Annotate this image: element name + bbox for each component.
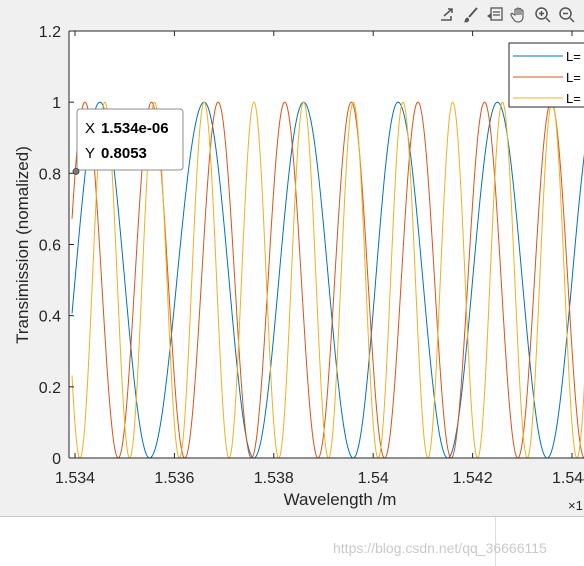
datatip-y-label: Y (85, 145, 95, 162)
watermark-text: https://blog.csdn.net/qq_36666115 (333, 540, 547, 556)
legend-label-1: L= (566, 49, 581, 64)
y-axis-label: Transimission (nomalized) (13, 146, 32, 344)
x-tick-label: 1.54 (358, 470, 389, 487)
y-tick-label: 0.6 (39, 238, 61, 255)
y-tick-label: 1 (52, 95, 61, 112)
y-tick-label: 0.8 (39, 166, 61, 183)
x-axis-label: Wavelength /m (284, 490, 397, 509)
datatip-x-label: X (85, 120, 95, 137)
datatip-x-value: 1.534e-06 (101, 120, 169, 137)
y-tick-label: 1.2 (39, 24, 61, 41)
legend-label-2: L= (566, 70, 581, 85)
datatip-y-value: 0.8053 (101, 145, 147, 162)
legend[interactable]: L= L= L= (508, 42, 584, 108)
x-axis-exponent: ×1 (568, 498, 583, 513)
x-tick-label: 1.534 (55, 470, 95, 487)
x-tick-label: 1.544 (552, 470, 584, 487)
y-tick-label: 0.2 (39, 380, 61, 397)
chart: 1.534 1.536 1.538 1.54 1.542 1.544 0 0.2 0.4 0.6 0… (13, 24, 584, 513)
x-tick-label: 1.538 (254, 470, 294, 487)
datatip-marker[interactable] (72, 167, 80, 175)
datatip[interactable]: X 1.534e-06 Y 0.8053 (72, 108, 184, 175)
y-tick-label: 0.4 (39, 309, 61, 326)
y-tick-label: 0 (52, 451, 61, 468)
plot-area (69, 31, 584, 458)
legend-label-3: L= (566, 91, 581, 106)
x-tick-label: 1.542 (453, 470, 493, 487)
x-tick-label: 1.536 (154, 470, 194, 487)
